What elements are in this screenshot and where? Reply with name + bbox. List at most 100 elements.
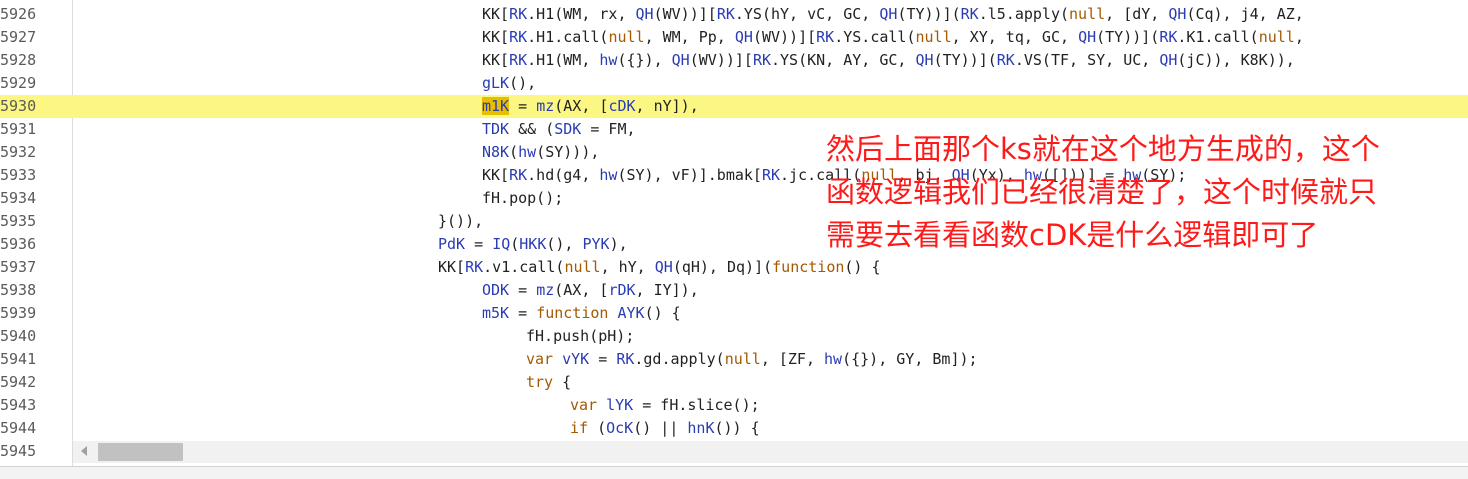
code-line[interactable]: 5926 KK[RK.H1(WM, rx, QH(WV))][RK.YS(hY, … <box>0 3 1468 26</box>
code-token: mz <box>536 97 555 115</box>
code-token: (AX, [ <box>554 281 609 299</box>
code-token: ()) { <box>714 419 760 437</box>
code-token: () || <box>633 419 688 437</box>
code-token: KK[ <box>482 5 510 23</box>
code-token: (AX, [ <box>554 97 609 115</box>
code-token: if <box>570 419 589 437</box>
code-token: hw <box>599 51 618 69</box>
code-token: hw <box>824 350 843 368</box>
code-token: (TY))]( <box>1096 28 1160 46</box>
code-line[interactable]: 5927 KK[RK.H1.call(null, WM, Pp, QH(WV))]… <box>0 26 1468 49</box>
code-text: var vYK = RK.gd.apply(null, [ZF, hw({}),… <box>526 348 978 371</box>
code-token: () { <box>644 304 681 322</box>
code-token: KK[ <box>482 28 510 46</box>
code-token: RK <box>996 51 1015 69</box>
code-token: (WV))][ <box>752 28 817 46</box>
line-number: 5938 <box>0 281 36 299</box>
code-token: RK <box>509 28 528 46</box>
code-line[interactable]: 5942 try { <box>0 371 1468 394</box>
code-token: lYK <box>606 396 634 414</box>
line-number: 5937 <box>0 258 36 276</box>
code-token: null <box>608 28 645 46</box>
code-token: .v1.call( <box>483 258 565 276</box>
code-token: hw <box>518 143 537 161</box>
code-token: ), <box>609 235 628 253</box>
code-token: , XY, tq, GC, <box>951 28 1079 46</box>
code-token: ODK <box>482 281 510 299</box>
code-token: vYK <box>562 350 590 368</box>
code-token: null <box>1069 5 1106 23</box>
code-token: (jC)), K8K)), <box>1177 51 1295 69</box>
code-token: null <box>915 28 952 46</box>
code-token: (WV))][ <box>689 51 753 69</box>
line-number: 5931 <box>0 120 36 138</box>
red-annotation-text: 然后上面那个ks就在这个地方生成的，这个 函数逻辑我们已经很清楚了，这个时候就只… <box>826 132 1380 252</box>
code-token: function <box>536 304 609 322</box>
code-text: PdK = IQ(HKK(), PYK), <box>438 233 628 256</box>
code-text: var lYK = fH.slice(); <box>570 394 760 417</box>
code-token: RK <box>616 350 635 368</box>
code-line[interactable]: 5928 KK[RK.H1(WM, hw({}), QH(WV))][RK.YS(… <box>0 49 1468 72</box>
code-token: = <box>509 281 537 299</box>
code-token: IQ <box>492 235 511 253</box>
line-number: 5929 <box>0 74 36 92</box>
code-token: .l5.apply( <box>978 5 1070 23</box>
code-token: QH <box>635 5 654 23</box>
code-line[interactable]: 5929 gLK(), <box>0 72 1468 95</box>
code-token: gLK <box>482 74 510 92</box>
code-token: QH <box>1159 51 1178 69</box>
line-number: 5940 <box>0 327 36 345</box>
line-number: 5943 <box>0 396 36 414</box>
code-text: m1K = mz(AX, [cDK, nY]), <box>482 95 699 118</box>
code-line[interactable]: 5930 m1K = mz(AX, [cDK, nY]), <box>0 95 1468 118</box>
code-token: ( <box>510 235 520 253</box>
code-token: ({}), GY, Bm]); <box>842 350 978 368</box>
code-text: m5K = function AYK() { <box>482 302 681 325</box>
code-line[interactable]: 5938 ODK = mz(AX, [rDK, IY]), <box>0 279 1468 302</box>
code-token: var <box>570 396 598 414</box>
code-line[interactable]: 5941 var vYK = RK.gd.apply(null, [ZF, hw(… <box>0 348 1468 371</box>
code-token: (WV))][ <box>653 5 717 23</box>
code-token: = <box>509 304 537 322</box>
line-number: 5926 <box>0 5 36 23</box>
code-line[interactable]: 5939 m5K = function AYK() { <box>0 302 1468 325</box>
code-token: QH <box>654 258 673 276</box>
line-number: 5930 <box>0 97 36 115</box>
code-token: (SY))), <box>536 143 600 161</box>
code-token: && ( <box>509 120 555 138</box>
line-number: 5927 <box>0 28 36 46</box>
code-line[interactable]: 5944 if (OcK() || hnK()) { <box>0 417 1468 440</box>
code-token: .YS(hY, vC, GC, <box>734 5 880 23</box>
code-token: var <box>526 350 554 368</box>
line-number: 5933 <box>0 166 36 184</box>
code-token: (), <box>509 74 537 92</box>
code-text: KK[RK.H1.call(null, WM, Pp, QH(WV))][RK.… <box>482 26 1304 49</box>
code-token: fH.push(pH); <box>526 327 635 345</box>
code-text: if (OcK() || hnK()) { <box>570 417 760 440</box>
code-text: try { <box>526 371 571 394</box>
code-line[interactable]: 5943 var lYK = fH.slice(); <box>0 394 1468 417</box>
code-token: , hY, <box>600 258 655 276</box>
code-token: QH <box>879 5 898 23</box>
code-text: TDK && (SDK = FM, <box>482 118 636 141</box>
code-line[interactable]: 5937 KK[RK.v1.call(null, hY, QH(qH), Dq)]… <box>0 256 1468 279</box>
code-token: RK <box>761 166 781 184</box>
code-token: .H1.call( <box>527 28 609 46</box>
scroll-left-arrow-icon[interactable] <box>81 446 87 456</box>
status-bar <box>0 466 1468 479</box>
code-text: ODK = mz(AX, [rDK, IY]), <box>482 279 699 302</box>
code-token: , nY]), <box>635 97 699 115</box>
code-text: fH.pop(); <box>482 187 563 210</box>
line-number: 5928 <box>0 51 36 69</box>
code-line[interactable]: 5940 fH.push(pH); <box>0 325 1468 348</box>
code-text: gLK(), <box>482 72 536 95</box>
horizontal-scrollbar[interactable] <box>73 441 1468 463</box>
line-number: 5945 <box>0 442 36 460</box>
code-text: fH.push(pH); <box>526 325 634 348</box>
code-token: .VS(TF, SY, UC, <box>1014 51 1160 69</box>
scrollbar-thumb[interactable] <box>98 443 183 461</box>
code-token: AYK <box>617 304 645 322</box>
code-token: .gd.apply( <box>634 350 725 368</box>
